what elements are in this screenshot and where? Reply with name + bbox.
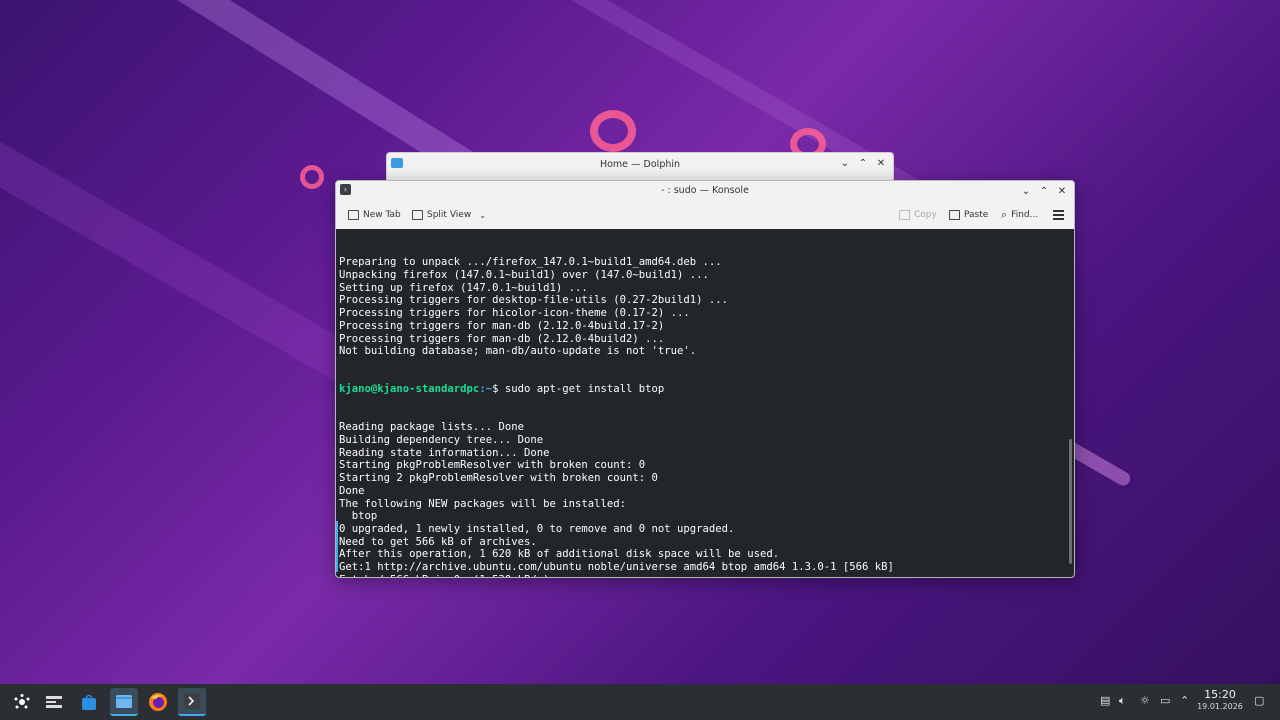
copy-label: Copy	[914, 210, 937, 220]
find-label: Find...	[1011, 210, 1039, 220]
chevron-up-icon[interactable]: ⌃	[1180, 694, 1189, 707]
konsole-toolbar: New Tab Split View ⌄ Copy Paste ⌕ Find..…	[336, 201, 1074, 230]
paste-icon	[949, 210, 960, 220]
wallpaper-ring	[300, 165, 324, 189]
new-tab-button[interactable]: New Tab	[348, 208, 401, 222]
terminal-line: Processing triggers for man-db (2.12.0-4…	[339, 319, 665, 332]
discover-icon	[82, 694, 96, 710]
terminal-line: Building dependency tree... Done	[339, 434, 544, 447]
clock-time[interactable]: 15:20	[1200, 688, 1240, 701]
terminal-line: Reading state information... Done	[339, 446, 550, 459]
chevron-down-icon: ⌄	[479, 210, 486, 220]
terminal-line: Processing triggers for man-db (2.12.0-4…	[339, 332, 665, 345]
terminal-line: Processing triggers for hicolor-icon-the…	[339, 307, 690, 320]
overview-icon	[46, 696, 62, 708]
dolphin-taskbar-button[interactable]	[110, 688, 138, 716]
terminal-line: Done	[339, 484, 365, 497]
terminal-line: Unpacking firefox (147.0.1~build1) over …	[339, 269, 709, 282]
terminal-line: After this operation, 1 620 kB of additi…	[339, 548, 780, 561]
volume-icon[interactable]: 🔈︎	[1119, 694, 1126, 708]
maximize-icon[interactable]: ⌃	[1036, 184, 1052, 200]
terminal-post-lines: Reading package lists... Done Building de…	[339, 421, 1071, 577]
network-icon[interactable]: ▭	[1160, 694, 1170, 707]
brightness-icon[interactable]: ☼	[1140, 694, 1150, 707]
app-launcher-button[interactable]	[8, 688, 36, 716]
konsole-taskbar-button[interactable]	[178, 688, 206, 716]
konsole-titlebar[interactable]: › - : sudo — Konsole ⌄ ⌃ ✕	[336, 181, 1074, 201]
kde-launcher-icon	[14, 694, 30, 709]
copy-icon	[899, 210, 910, 220]
search-icon: ⌕	[1001, 208, 1008, 221]
konsole-window[interactable]: › - : sudo — Konsole ⌄ ⌃ ✕ New Tab Split…	[335, 180, 1075, 578]
konsole-window-controls: ⌄ ⌃ ✕	[1018, 184, 1070, 200]
new-tab-label: New Tab	[363, 210, 401, 220]
terminal-line: Preparing to unpack .../firefox_147.0.1~…	[339, 256, 722, 269]
firefox-taskbar-button[interactable]	[144, 688, 172, 716]
close-icon[interactable]: ✕	[1054, 184, 1070, 200]
overview-button[interactable]	[40, 688, 68, 716]
terminal-line: Need to get 566 kB of archives.	[339, 535, 537, 548]
terminal-pre-lines: Preparing to unpack .../firefox_147.0.1~…	[339, 256, 1071, 358]
paste-button[interactable]: Paste	[949, 208, 988, 222]
split-view-button[interactable]: Split View ⌄	[412, 208, 486, 222]
minimize-icon[interactable]: ⌄	[837, 156, 853, 172]
terminal-line: Processing triggers for desktop-file-uti…	[339, 294, 729, 307]
clipboard-icon[interactable]: ▤	[1100, 694, 1110, 707]
terminal-line: Setting up firefox (147.0.1~build1) ...	[339, 281, 588, 294]
clock-date[interactable]: 19.01.2026	[1196, 702, 1244, 711]
dolphin-window-title: Home — Dolphin	[599, 159, 681, 170]
terminal-line: The following NEW packages will be insta…	[339, 497, 627, 510]
terminal-command: sudo apt-get install btop	[504, 383, 665, 396]
find-button[interactable]: ⌕ Find...	[1001, 208, 1038, 222]
terminal-line: Starting 2 pkgProblemResolver with broke…	[339, 472, 658, 485]
prompt-symbol: $	[492, 383, 505, 396]
split-view-label: Split View	[427, 210, 472, 220]
terminal-line: Fetched 566 kB in 0s (1 530 kB/s)	[339, 574, 1071, 577]
dolphin-window-controls: ⌄ ⌃ ✕	[837, 156, 889, 172]
discover-button[interactable]	[75, 688, 103, 716]
paste-label: Paste	[964, 210, 989, 220]
konsole-icon	[184, 693, 200, 709]
hamburger-menu-icon[interactable]	[1053, 210, 1064, 222]
konsole-window-title: - : sudo — Konsole	[661, 185, 749, 196]
terminal-line: Reading package lists... Done	[339, 421, 524, 434]
prompt-path: :~	[479, 383, 493, 396]
new-tab-icon	[348, 210, 359, 220]
terminal-scrollbar[interactable]	[1069, 439, 1072, 564]
wallpaper-ring	[590, 110, 636, 152]
show-desktop-icon[interactable]: ▢	[1254, 694, 1264, 707]
firefox-icon	[149, 693, 167, 711]
terminal-prompt-line: kjano@kjano-standardpc:~$ sudo apt-get i…	[339, 383, 1071, 396]
split-view-icon	[412, 210, 423, 220]
prompt-user: kjano@kjano-standardpc	[339, 383, 480, 396]
close-icon[interactable]: ✕	[873, 156, 889, 172]
terminal-line: Get:1 http://archive.ubuntu.com/ubuntu n…	[339, 560, 894, 573]
terminal-output[interactable]: Preparing to unpack .../firefox_147.0.1~…	[336, 229, 1074, 577]
terminal-line: 0 upgraded, 1 newly installed, 0 to remo…	[339, 522, 735, 535]
output-marker	[336, 521, 338, 572]
terminal-line: btop	[339, 510, 378, 523]
terminal-line: Starting pkgProblemResolver with broken …	[339, 459, 646, 472]
copy-button[interactable]: Copy	[899, 208, 937, 222]
taskbar: ▤ 🔈︎ ☼ ▭ ⌃ 15:20 19.01.2026 ▢	[0, 684, 1280, 720]
maximize-icon[interactable]: ⌃	[855, 156, 871, 172]
dolphin-icon	[116, 695, 132, 708]
terminal-line: Not building database; man-db/auto-updat…	[339, 345, 697, 358]
minimize-icon[interactable]: ⌄	[1018, 184, 1034, 200]
